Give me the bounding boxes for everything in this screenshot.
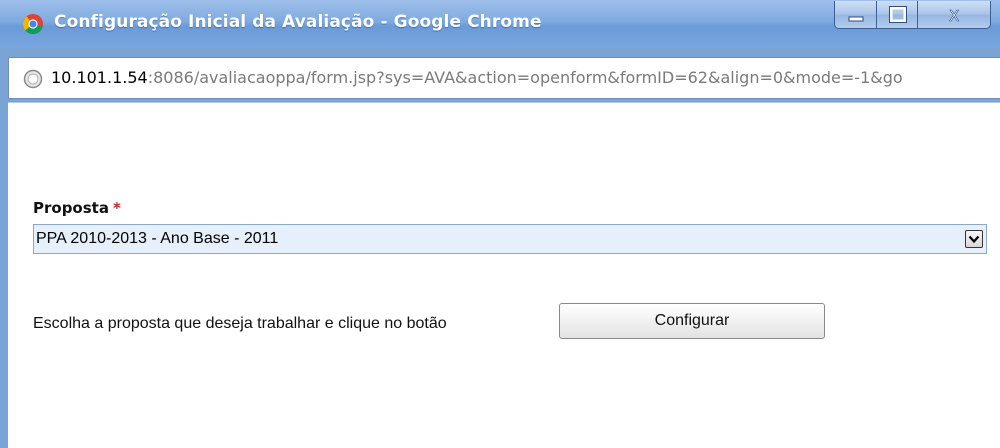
- chevron-down-icon: [968, 235, 980, 244]
- maximize-icon: [889, 6, 907, 23]
- proposta-selected-value: PPA 2010-2013 - Ano Base - 2011: [36, 230, 279, 247]
- configurar-button[interactable]: Configurar: [559, 303, 825, 339]
- chrome-icon: [22, 14, 43, 35]
- url-text[interactable]: 10.101.1.54:8086/avaliacaoppa/form.jsp?s…: [51, 68, 903, 87]
- close-button[interactable]: X: [917, 1, 991, 29]
- proposta-select[interactable]: PPA 2010-2013 - Ano Base - 2011: [33, 224, 987, 254]
- minimize-icon: [848, 16, 864, 22]
- svg-text:X: X: [949, 7, 959, 25]
- page-content: Proposta * PPA 2010-2013 - Ano Base - 201…: [8, 102, 1000, 448]
- address-bar[interactable]: 10.101.1.54:8086/avaliacaoppa/form.jsp?s…: [8, 57, 1000, 99]
- required-marker: *: [112, 199, 121, 217]
- instruction-text: Escolha a proposta que deseja trabalhar …: [33, 315, 447, 332]
- globe-icon: [23, 69, 43, 89]
- proposta-label-text: Proposta: [33, 199, 109, 217]
- title-bar[interactable]: Configuração Inicial da Avaliação - Goog…: [0, 0, 1000, 48]
- maximize-button[interactable]: [876, 1, 918, 29]
- url-path: :8086/avaliacaoppa/form.jsp?sys=AVA&acti…: [147, 68, 903, 87]
- browser-window: Configuração Inicial da Avaliação - Goog…: [0, 0, 1000, 448]
- dropdown-button[interactable]: [965, 230, 983, 248]
- window-title: Configuração Inicial da Avaliação - Goog…: [54, 12, 542, 32]
- url-host: 10.101.1.54: [51, 68, 148, 87]
- proposta-label: Proposta *: [33, 199, 121, 217]
- minimize-button[interactable]: [834, 1, 877, 29]
- close-icon: X: [949, 7, 960, 26]
